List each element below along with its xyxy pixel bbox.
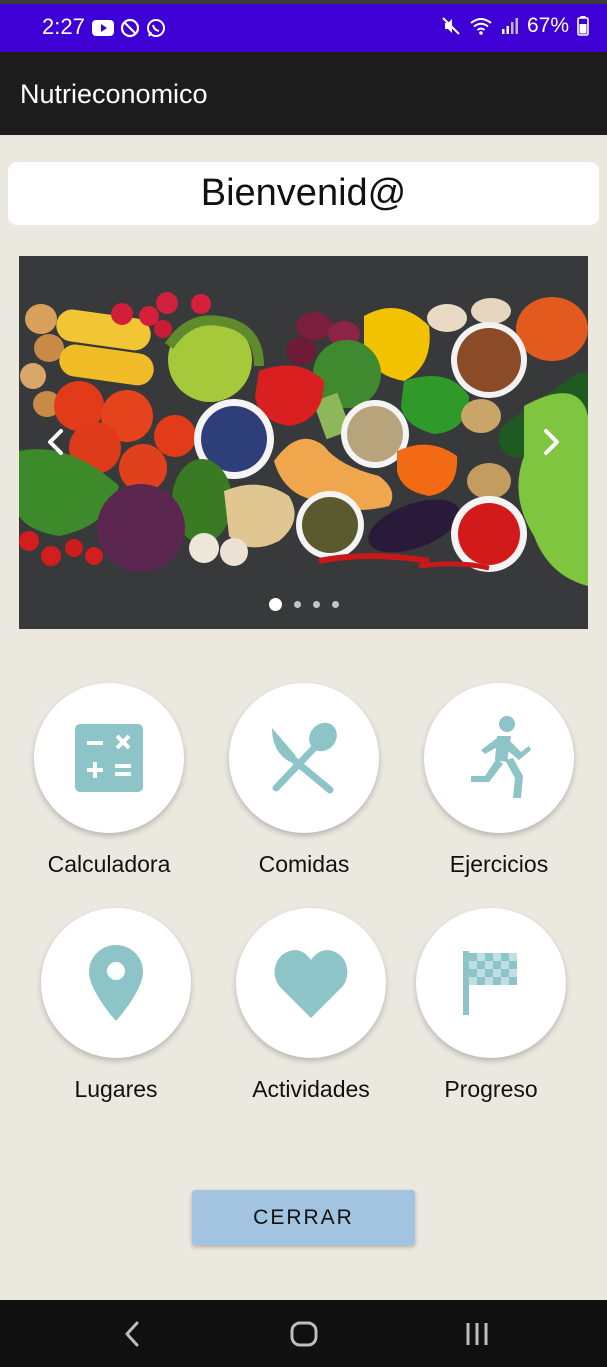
lugares-button[interactable] [41, 908, 191, 1058]
comidas-button[interactable] [229, 683, 379, 833]
menu-label: Progreso [444, 1076, 538, 1102]
menu-ejercicios[interactable]: Ejercicios [424, 683, 574, 878]
battery-percent: 67% [526, 14, 569, 37]
running-person-icon [471, 716, 531, 798]
checkered-flag-icon [463, 951, 517, 1015]
menu-label: Ejercicios [449, 851, 549, 877]
home-icon[interactable] [289, 1320, 319, 1348]
menu-lugares[interactable]: Lugares [41, 908, 191, 1103]
progreso-button[interactable] [416, 908, 566, 1058]
menu-label: Lugares [74, 1076, 158, 1102]
carousel-dot-3[interactable] [312, 601, 320, 608]
menu-calculadora[interactable]: Calculadora [34, 683, 184, 878]
menu-progreso[interactable]: Progreso [416, 908, 566, 1103]
menu-actividades[interactable]: Actividades [236, 908, 386, 1103]
app-bar: Nutrieconomico [0, 52, 607, 135]
menu-label: Actividades [252, 1076, 370, 1102]
heart-icon [274, 950, 348, 1018]
ejercicios-button[interactable] [424, 683, 574, 833]
carousel-dot-2[interactable] [293, 601, 301, 608]
utensils-icon [272, 722, 337, 794]
wifi-icon [470, 18, 492, 35]
menu-comidas[interactable]: Comidas [229, 683, 379, 878]
location-pin-icon [89, 945, 143, 1021]
status-notification-icons [92, 18, 166, 38]
chevron-left-icon[interactable] [41, 427, 71, 457]
calculator-icon [75, 724, 143, 792]
status-time: 2:27 [42, 14, 85, 39]
do-not-disturb-icon [120, 18, 140, 38]
carousel-dot-4[interactable] [331, 601, 339, 608]
carousel-indicators [19, 598, 588, 611]
recents-icon[interactable] [462, 1320, 492, 1348]
calculadora-button[interactable] [34, 683, 184, 833]
welcome-text: Bienvenid@ [200, 172, 407, 214]
close-button[interactable]: CERRAR [192, 1190, 415, 1245]
back-icon[interactable] [118, 1320, 148, 1348]
chevron-right-icon[interactable] [536, 427, 566, 457]
carousel-dot-1[interactable] [268, 598, 282, 611]
whatsapp-icon [147, 19, 165, 37]
vegetables-image [19, 256, 588, 629]
menu-label: Comidas [258, 851, 350, 877]
mute-icon [442, 17, 460, 35]
status-system-icons: 67% [441, 14, 589, 38]
battery-icon [577, 16, 589, 36]
youtube-icon [92, 20, 114, 36]
menu-label: Calculadora [47, 851, 171, 877]
system-nav-bar [0, 1300, 607, 1367]
status-bar: 2:27 67% [0, 4, 607, 52]
signal-icon [501, 18, 518, 34]
image-carousel[interactable] [19, 256, 588, 629]
actividades-button[interactable] [236, 908, 386, 1058]
welcome-banner: Bienvenid@ [8, 162, 599, 225]
app-title: Nutrieconomico [20, 79, 208, 109]
